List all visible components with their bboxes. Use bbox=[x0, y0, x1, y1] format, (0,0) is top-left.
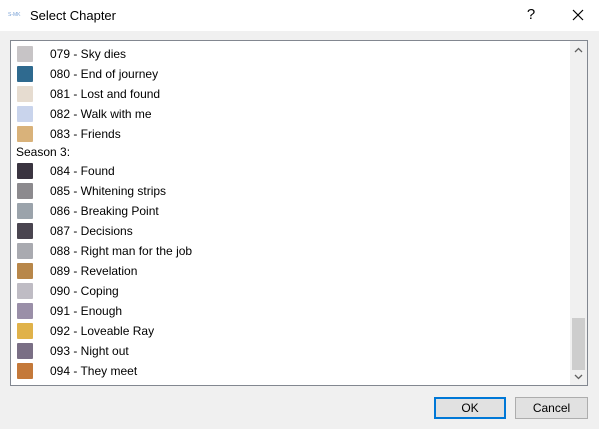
title-bar: S-MK Select Chapter ? bbox=[0, 0, 599, 31]
chapter-thumbnail-icon bbox=[17, 303, 33, 319]
chapter-list-item[interactable]: 089 - Revelation bbox=[11, 261, 571, 281]
season-header: Season 3: bbox=[11, 144, 571, 161]
chapter-thumbnail-icon bbox=[17, 46, 33, 62]
chapter-label: 092 - Loveable Ray bbox=[50, 324, 155, 338]
chapter-label: 090 - Coping bbox=[50, 284, 119, 298]
chapter-list-item[interactable]: 080 - End of journey bbox=[11, 64, 571, 84]
ok-button[interactable]: OK bbox=[434, 397, 506, 419]
chapter-label: 082 - Walk with me bbox=[50, 107, 152, 121]
chapter-list-item[interactable]: 084 - Found bbox=[11, 161, 571, 181]
chapter-thumbnail-icon bbox=[17, 363, 33, 379]
chapter-label: 084 - Found bbox=[50, 164, 115, 178]
chapter-list-item[interactable]: 094 - They meet bbox=[11, 361, 571, 381]
chapter-label: 083 - Friends bbox=[50, 127, 121, 141]
chevron-up-icon bbox=[574, 47, 583, 53]
chapter-list-item[interactable]: 093 - Night out bbox=[11, 341, 571, 361]
chevron-down-icon bbox=[574, 374, 583, 380]
cancel-button[interactable]: Cancel bbox=[515, 397, 588, 419]
scroll-up-button[interactable] bbox=[570, 41, 587, 58]
chapter-thumbnail-icon bbox=[17, 126, 33, 142]
chapter-label: 088 - Right man for the job bbox=[50, 244, 193, 258]
chapter-list-item[interactable]: 087 - Decisions bbox=[11, 221, 571, 241]
chapter-list-item[interactable]: 083 - Friends bbox=[11, 124, 571, 144]
chapter-label: 094 - They meet bbox=[50, 364, 138, 378]
app-logo-icon: S-MK bbox=[8, 12, 21, 18]
chapter-label: 079 - Sky dies bbox=[50, 47, 127, 61]
scroll-down-button[interactable] bbox=[570, 368, 587, 385]
chapter-list-item[interactable]: 079 - Sky dies bbox=[11, 44, 571, 64]
chapter-thumbnail-icon bbox=[17, 343, 33, 359]
chapter-thumbnail-icon bbox=[17, 283, 33, 299]
close-button[interactable] bbox=[566, 4, 590, 26]
chapter-thumbnail-icon bbox=[17, 106, 33, 122]
chapter-thumbnail-icon bbox=[17, 263, 33, 279]
chapter-label: 086 - Breaking Point bbox=[50, 204, 159, 218]
vertical-scrollbar[interactable] bbox=[570, 41, 587, 385]
chapter-thumbnail-icon bbox=[17, 183, 33, 199]
season-label: Season 3: bbox=[16, 145, 71, 159]
chapter-list-item[interactable]: 091 - Enough bbox=[11, 301, 571, 321]
chapter-thumbnail-icon bbox=[17, 66, 33, 82]
chapter-label: 085 - Whitening strips bbox=[50, 184, 167, 198]
chapter-thumbnail-icon bbox=[17, 243, 33, 259]
chapter-list-item[interactable]: 082 - Walk with me bbox=[11, 104, 571, 124]
chapter-thumbnail-icon bbox=[17, 323, 33, 339]
chapter-label: 091 - Enough bbox=[50, 304, 123, 318]
chapter-label: 080 - End of journey bbox=[50, 67, 159, 81]
chapter-list-item[interactable]: 090 - Coping bbox=[11, 281, 571, 301]
help-button[interactable]: ? bbox=[519, 4, 543, 26]
chapter-thumbnail-icon bbox=[17, 163, 33, 179]
chapter-thumbnail-icon bbox=[17, 223, 33, 239]
chapter-list-item[interactable]: 085 - Whitening strips bbox=[11, 181, 571, 201]
chapter-label: 081 - Lost and found bbox=[50, 87, 161, 101]
chapter-label: 093 - Night out bbox=[50, 344, 129, 358]
chapter-thumbnail-icon bbox=[17, 203, 33, 219]
close-icon bbox=[572, 9, 584, 21]
chapter-label: 087 - Decisions bbox=[50, 224, 133, 238]
window-title: Select Chapter bbox=[30, 8, 116, 23]
chapter-label: 089 - Revelation bbox=[50, 264, 138, 278]
chapter-list-item[interactable]: 088 - Right man for the job bbox=[11, 241, 571, 261]
chapter-list-item[interactable]: 092 - Loveable Ray bbox=[11, 321, 571, 341]
chapter-list-item[interactable]: 081 - Lost and found bbox=[11, 84, 571, 104]
scrollbar-thumb[interactable] bbox=[572, 318, 585, 370]
chapter-listbox[interactable]: 079 - Sky dies 080 - End of journey 081 - … bbox=[10, 40, 588, 386]
chapter-thumbnail-icon bbox=[17, 86, 33, 102]
chapter-list-item[interactable]: 086 - Breaking Point bbox=[11, 201, 571, 221]
chapter-list: 079 - Sky dies 080 - End of journey 081 - … bbox=[11, 44, 571, 381]
